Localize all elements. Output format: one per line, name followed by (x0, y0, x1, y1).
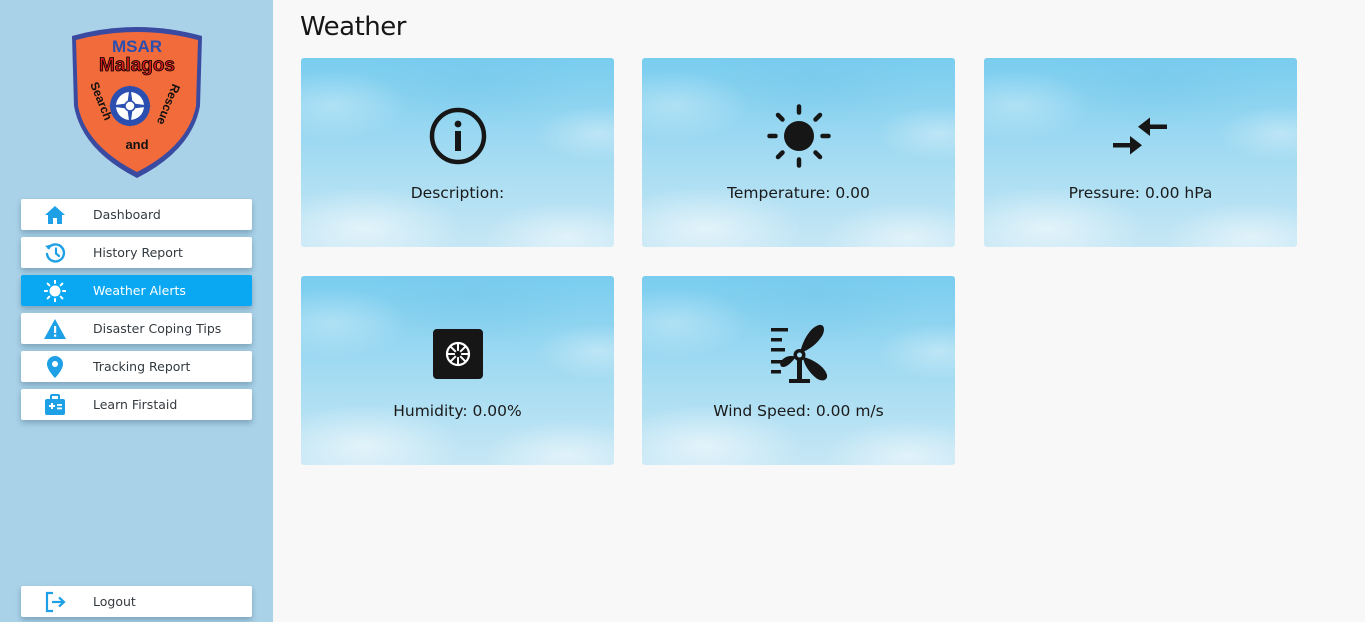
sidebar: MSAR Malagos Search Rescue and Dashboard… (0, 0, 273, 622)
sidebar-item-history-report[interactable]: History Report (21, 237, 252, 268)
weather-card-description: Description: (301, 58, 614, 247)
card-label: Humidity: 0.00% (393, 402, 522, 420)
sidebar-item-weather-alerts[interactable]: Weather Alerts (21, 275, 252, 306)
sidebar-item-label: Dashboard (93, 207, 161, 222)
card-label: Temperature: 0.00 (727, 184, 870, 202)
humidifier-icon (426, 322, 490, 386)
sidebar-item-label: Weather Alerts (93, 283, 186, 298)
sidebar-item-label: Disaster Coping Tips (93, 321, 222, 336)
sidebar-item-label: Learn Firstaid (93, 397, 178, 412)
svg-text:Malagos: Malagos (99, 55, 175, 76)
first-aid-icon (43, 393, 67, 417)
logout-button[interactable]: Logout (21, 586, 252, 617)
sidebar-item-disaster-coping-tips[interactable]: Disaster Coping Tips (21, 313, 252, 344)
sidebar-item-dashboard[interactable]: Dashboard (21, 199, 252, 230)
weather-card-wind-speed: Wind Speed: 0.00 m/s (642, 276, 955, 465)
weather-card-pressure: Pressure: 0.00 hPa (984, 58, 1297, 247)
history-icon (43, 241, 67, 265)
logout-label: Logout (93, 594, 136, 609)
card-label: Pressure: 0.00 hPa (1068, 184, 1213, 202)
msar-logo: MSAR Malagos Search Rescue and (64, 22, 210, 180)
card-label: Description: (410, 184, 505, 202)
weather-card-humidity: Humidity: 0.00% (301, 276, 614, 465)
svg-text:and: and (125, 137, 148, 152)
sidebar-item-label: Tracking Report (93, 359, 191, 374)
sun-icon (43, 279, 67, 303)
sidebar-item-learn-firstaid[interactable]: Learn Firstaid (21, 389, 252, 420)
page-title: Weather (300, 12, 406, 42)
info-icon (426, 104, 490, 168)
location-pin-icon (43, 355, 67, 379)
svg-text:MSAR: MSAR (112, 37, 162, 56)
sun-icon (766, 104, 831, 168)
compress-arrows-icon (1109, 104, 1173, 168)
wind-fan-icon (767, 322, 831, 386)
card-label: Wind Speed: 0.00 m/s (713, 402, 884, 420)
logout-icon (43, 590, 67, 614)
sidebar-item-tracking-report[interactable]: Tracking Report (21, 351, 252, 382)
warning-icon (43, 317, 67, 341)
home-icon (43, 203, 67, 227)
sidebar-item-label: History Report (93, 245, 183, 260)
weather-card-temperature: Temperature: 0.00 (642, 58, 955, 247)
